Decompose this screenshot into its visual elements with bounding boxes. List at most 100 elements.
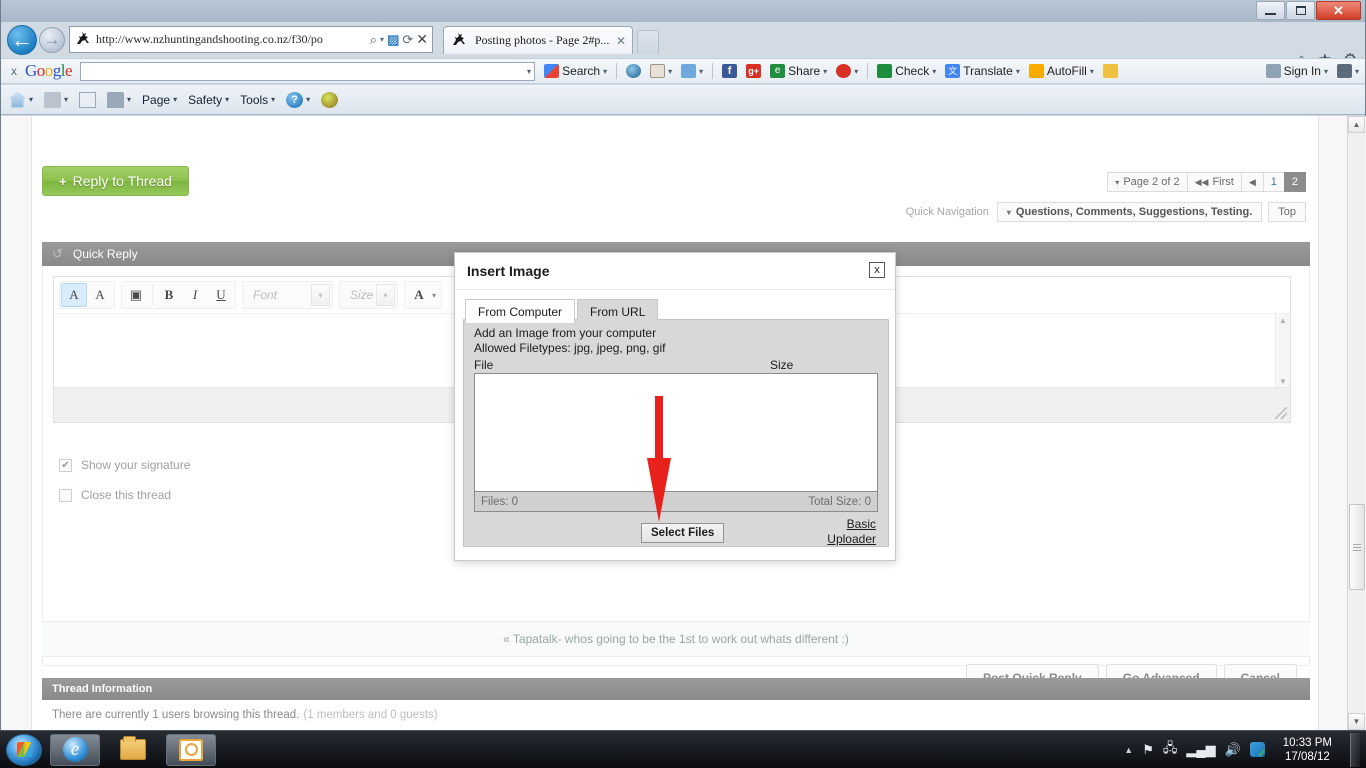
- chevron-down-icon[interactable]: ▾: [527, 67, 531, 76]
- translate-button[interactable]: 文 Translate ▾: [945, 64, 1020, 78]
- facebook-share-button[interactable]: f: [722, 64, 738, 78]
- spellcheck-button[interactable]: Check ▾: [877, 64, 936, 78]
- stop-icon[interactable]: ✕: [416, 31, 428, 48]
- taskbar-item-outlook[interactable]: [166, 733, 216, 766]
- tab-from-url[interactable]: From URL: [577, 299, 659, 323]
- chevron-down-icon[interactable]: ▾: [1324, 67, 1328, 76]
- address-bar[interactable]: http://www.nzhuntingandshooting.co.nz/f3…: [69, 26, 433, 53]
- print-button[interactable]: ▾: [107, 91, 131, 108]
- start-button[interactable]: [6, 733, 42, 766]
- back-arrow-icon[interactable]: ←: [7, 25, 37, 55]
- show-hidden-icons-icon[interactable]: ▲: [1124, 745, 1133, 755]
- share-button[interactable]: e Share ▾: [770, 64, 827, 78]
- home-button[interactable]: ▾: [9, 91, 33, 108]
- insert-image-icon[interactable]: ▣: [123, 283, 149, 307]
- bold-button[interactable]: B: [156, 283, 182, 307]
- volume-icon[interactable]: 🔊: [1225, 742, 1241, 758]
- new-tab-button[interactable]: [637, 30, 659, 54]
- help-button[interactable]: ? ▾: [286, 91, 310, 108]
- chevron-down-icon[interactable]: ▾: [603, 67, 607, 76]
- close-thread-checkbox[interactable]: [59, 488, 72, 502]
- first-page-button[interactable]: ◀◀ First: [1186, 172, 1242, 192]
- chevron-down-icon[interactable]: ▾: [668, 67, 672, 76]
- resize-handle[interactable]: [1275, 407, 1287, 419]
- show-signature-row[interactable]: ✔ Show your signature: [59, 458, 190, 472]
- font-dropdown[interactable]: Font ▾: [242, 281, 333, 309]
- sign-in-button[interactable]: Sign In ▾: [1265, 64, 1328, 78]
- chevron-down-icon[interactable]: ▾: [376, 284, 395, 306]
- network-signal-icon[interactable]: ▂▄▆: [1186, 742, 1215, 758]
- dropbox-icon[interactable]: [1249, 742, 1267, 760]
- chevron-down-icon[interactable]: ▾: [271, 95, 275, 104]
- google-news-button[interactable]: ▾: [650, 64, 672, 78]
- reply-to-thread-button[interactable]: + Reply to Thread: [42, 166, 189, 196]
- search-icon[interactable]: ⌕: [370, 32, 377, 48]
- remove-format-icon[interactable]: A: [61, 283, 87, 307]
- google-search-input[interactable]: ▾: [80, 61, 536, 81]
- browser-tab[interactable]: Posting photos - Page 2#p... ✕: [443, 26, 633, 54]
- top-button[interactable]: Top: [1268, 202, 1306, 222]
- highlighter-button[interactable]: [1102, 64, 1118, 78]
- taskbar-item-internet-explorer[interactable]: e: [50, 733, 100, 766]
- more-share-button[interactable]: ▾: [836, 64, 858, 78]
- chevron-down-icon[interactable]: ▾: [380, 35, 384, 44]
- page-menu[interactable]: Page ▾: [142, 93, 177, 107]
- safety-menu[interactable]: Safety ▾: [188, 93, 229, 107]
- scrollbar-thumb[interactable]: [1349, 504, 1365, 590]
- underline-button[interactable]: U: [208, 283, 234, 307]
- accessibility-button[interactable]: [321, 91, 339, 108]
- page-dropdown[interactable]: ▾ Page 2 of 2: [1107, 172, 1188, 192]
- taskbar-item-windows-explorer[interactable]: [108, 734, 158, 766]
- google-search-button[interactable]: Search ▾: [544, 64, 607, 78]
- forward-arrow-icon[interactable]: →: [39, 27, 65, 53]
- tab-from-computer[interactable]: From Computer: [465, 299, 576, 323]
- minimize-button[interactable]: [1256, 1, 1285, 20]
- taskbar-clock[interactable]: 10:33 PM 17/08/12: [1278, 736, 1337, 764]
- scroll-down-icon[interactable]: ▼: [1348, 713, 1365, 730]
- chevron-down-icon[interactable]: ▾: [823, 67, 827, 76]
- chevron-down-icon[interactable]: ▾: [432, 291, 436, 300]
- page-number-2[interactable]: 2: [1283, 172, 1306, 192]
- chevron-down-icon[interactable]: ▾: [1090, 67, 1094, 76]
- scroll-down-icon[interactable]: ▼: [1279, 377, 1287, 386]
- feeds-button[interactable]: ▾: [44, 91, 68, 108]
- page-scrollbar[interactable]: ▲ ▼: [1347, 116, 1365, 730]
- devices-icon[interactable]: 🖧: [1163, 739, 1178, 761]
- quick-navigation-select[interactable]: ▾ Questions, Comments, Suggestions, Test…: [996, 202, 1263, 222]
- prev-page-button[interactable]: ◀: [1240, 172, 1264, 192]
- color-format-icon[interactable]: A: [87, 283, 113, 307]
- basic-uploader-link[interactable]: Basic Uploader: [810, 517, 876, 547]
- refresh-icon[interactable]: ⟳: [402, 32, 413, 48]
- select-files-button[interactable]: Select Files: [641, 523, 725, 543]
- close-toolbar-icon[interactable]: x: [11, 64, 17, 78]
- chevron-down-icon[interactable]: ▾: [1355, 67, 1359, 76]
- chevron-down-icon[interactable]: ▾: [127, 95, 131, 104]
- italic-button[interactable]: I: [182, 283, 208, 307]
- google-globe-button[interactable]: [626, 64, 642, 78]
- compatibility-view-icon[interactable]: ▨: [387, 32, 399, 48]
- editor-scrollbar[interactable]: ▲ ▼: [1275, 314, 1290, 388]
- scroll-up-icon[interactable]: ▲: [1279, 316, 1287, 325]
- size-dropdown[interactable]: Size ▾: [339, 281, 398, 309]
- chevron-down-icon[interactable]: ▾: [29, 95, 33, 104]
- close-icon[interactable]: x: [869, 262, 885, 278]
- close-thread-row[interactable]: Close this thread: [59, 488, 171, 502]
- chevron-down-icon[interactable]: ▾: [311, 284, 330, 306]
- show-signature-checkbox[interactable]: ✔: [59, 458, 72, 472]
- mail-button[interactable]: [79, 91, 97, 108]
- chevron-down-icon[interactable]: ▾: [173, 95, 177, 104]
- chevron-down-icon[interactable]: ▾: [225, 95, 229, 104]
- close-window-button[interactable]: ✕: [1316, 1, 1361, 20]
- close-icon[interactable]: ✕: [614, 34, 628, 48]
- chevron-down-icon[interactable]: ▾: [64, 95, 68, 104]
- action-center-flag-icon[interactable]: ⚑: [1142, 742, 1154, 758]
- chevron-down-icon[interactable]: ▾: [699, 67, 703, 76]
- show-desktop-button[interactable]: [1350, 732, 1360, 767]
- restore-button[interactable]: [1286, 1, 1315, 20]
- font-color-button[interactable]: A: [406, 283, 432, 307]
- file-list[interactable]: [474, 373, 878, 491]
- chevron-down-icon[interactable]: ▾: [1016, 67, 1020, 76]
- autofill-button[interactable]: AutoFill ▾: [1028, 64, 1094, 78]
- tools-menu[interactable]: Tools ▾: [240, 93, 275, 107]
- chevron-down-icon[interactable]: ▾: [854, 67, 858, 76]
